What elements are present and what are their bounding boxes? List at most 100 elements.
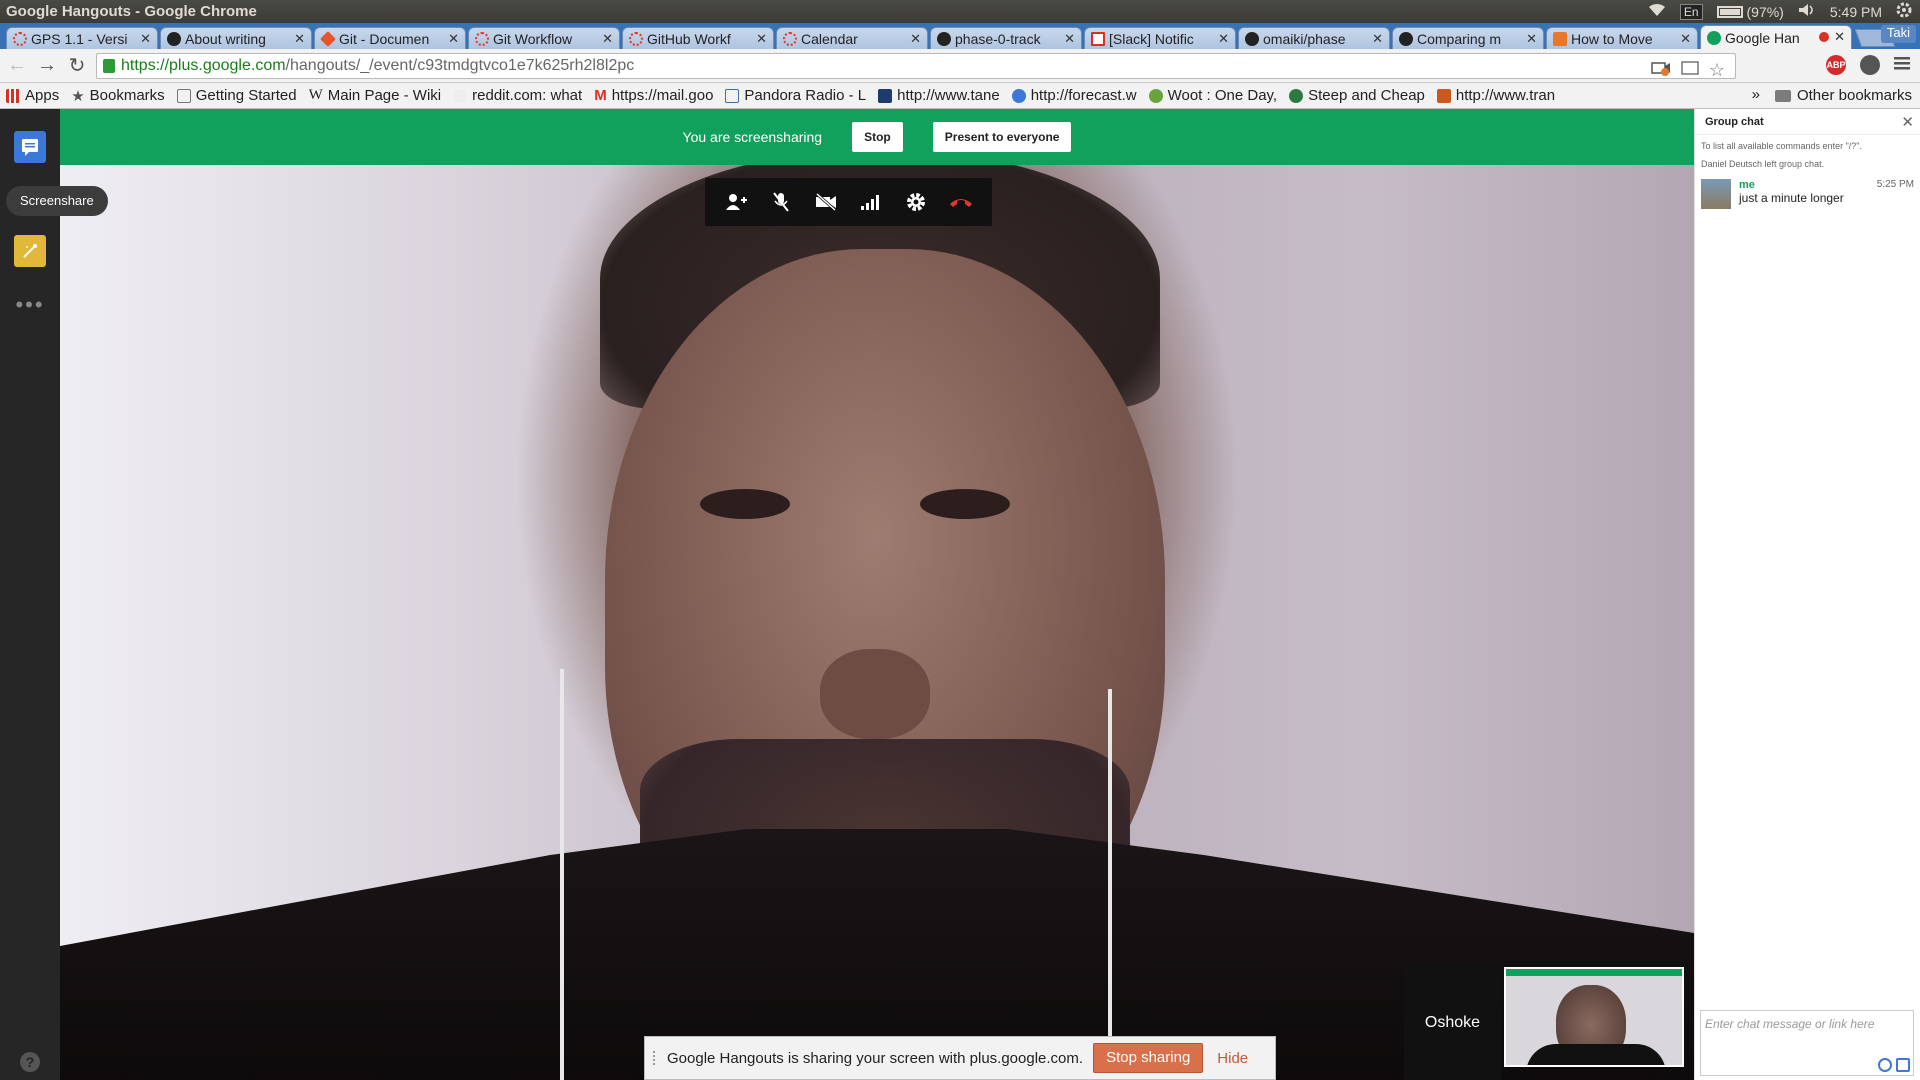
close-icon[interactable]: ✕	[1372, 31, 1383, 47]
bookmark-tran[interactable]: http://www.tran	[1436, 87, 1555, 104]
bookmarks-overflow-chevron-icon[interactable]: »	[1752, 86, 1760, 103]
apps-grid-icon	[6, 88, 20, 103]
folder-icon	[1774, 89, 1791, 102]
menu-icon[interactable]	[1894, 56, 1910, 75]
cast-icon[interactable]	[1681, 61, 1699, 80]
bookmark-woot[interactable]: Woot : One Day,	[1148, 87, 1277, 104]
bookmark-getting-started[interactable]: Getting Started	[176, 87, 297, 104]
lock-icon[interactable]	[103, 59, 115, 73]
more-apps-icon[interactable]: •••	[14, 289, 46, 321]
bookmark-pandora[interactable]: Pandora Radio - L	[725, 87, 866, 104]
close-icon[interactable]: ✕	[448, 31, 459, 47]
clock[interactable]: 5:49 PM	[1830, 4, 1882, 20]
self-view-thumbnail[interactable]	[1504, 967, 1684, 1067]
keyboard-language-indicator[interactable]: En	[1679, 3, 1703, 20]
bookmark-steep[interactable]: Steep and Cheap	[1289, 87, 1425, 104]
close-icon[interactable]: ✕	[140, 31, 151, 47]
gmail-icon	[1091, 31, 1105, 46]
mute-microphone-icon[interactable]	[767, 188, 795, 216]
bookmark-bookmarks[interactable]: ★ Bookmarks	[71, 87, 164, 105]
chat-toggle-button[interactable]	[14, 131, 46, 163]
bookmark-reddit[interactable]: reddit.com: what	[453, 87, 582, 104]
wifi-icon[interactable]	[1648, 3, 1666, 20]
volume-icon[interactable]	[1798, 3, 1816, 20]
close-icon[interactable]: ✕	[756, 31, 767, 47]
stop-sharing-button[interactable]: Stop sharing	[1093, 1043, 1204, 1073]
bookmark-tane[interactable]: http://www.tane	[878, 87, 1000, 104]
stop-screenshare-button[interactable]: Stop	[852, 122, 903, 152]
tab-favicon-icon	[13, 31, 27, 46]
effects-button[interactable]	[14, 235, 46, 267]
battery-percent: (97%)	[1746, 3, 1784, 20]
close-icon[interactable]: ✕	[294, 31, 305, 47]
browser-tab[interactable]: GitHub Workf ✕	[622, 27, 774, 49]
close-icon[interactable]: ✕	[1526, 31, 1537, 47]
attach-icon[interactable]	[1896, 1058, 1910, 1072]
close-icon[interactable]: ✕	[1680, 31, 1691, 47]
hangouts-icon	[1707, 30, 1721, 45]
close-icon[interactable]: ✕	[1901, 113, 1914, 131]
browser-tab[interactable]: How to Move ✕	[1546, 27, 1698, 49]
sharing-notice-text: Google Hangouts is sharing your screen w…	[667, 1049, 1084, 1067]
close-icon[interactable]: ✕	[1834, 29, 1845, 45]
settings-gear-icon[interactable]	[902, 188, 930, 216]
address-bar[interactable]: https://plus.google.com /hangouts/_/even…	[96, 53, 1736, 81]
battery-indicator[interactable]: (97%)	[1716, 3, 1784, 20]
browser-tab-active[interactable]: Google Han ✕	[1700, 25, 1852, 49]
video-off-icon[interactable]	[812, 188, 840, 216]
n-icon	[878, 88, 893, 103]
help-icon[interactable]: ?	[20, 1052, 40, 1072]
browser-tab[interactable]: Calendar ✕	[776, 27, 928, 49]
star-icon[interactable]: ☆	[1709, 60, 1725, 81]
browser-tab[interactable]: Git Workflow ✕	[468, 27, 620, 49]
bookmark-forecast[interactable]: http://forecast.w	[1011, 87, 1137, 104]
profile-button[interactable]: Taki	[1880, 25, 1916, 43]
chat-timestamp: 5:25 PM	[1876, 179, 1914, 190]
drag-handle-icon[interactable]	[653, 1051, 659, 1065]
woot-icon	[1148, 88, 1163, 103]
page-icon	[176, 88, 191, 103]
close-icon[interactable]: ✕	[602, 31, 613, 47]
star-icon: ★	[71, 87, 85, 105]
bandwidth-signal-icon[interactable]	[857, 188, 885, 216]
browser-tab[interactable]: phase-0-track ✕	[930, 27, 1082, 49]
github-icon	[1399, 31, 1413, 46]
loading-icon	[629, 31, 643, 46]
extension-chat-icon[interactable]	[1860, 55, 1880, 75]
recording-indicator-icon	[1819, 32, 1829, 42]
gear-icon[interactable]	[1896, 2, 1912, 21]
battery-icon	[1716, 5, 1743, 18]
screenshare-bar: You are screensharing Stop Present to ev…	[60, 109, 1694, 165]
forecast-icon	[1011, 88, 1026, 103]
close-icon[interactable]: ✕	[1218, 31, 1229, 47]
present-to-everyone-button[interactable]: Present to everyone	[932, 122, 1072, 152]
chat-system-message: Daniel Deutsch left group chat.	[1701, 159, 1825, 169]
back-arrow-icon[interactable]: ←	[4, 54, 30, 77]
bookmark-wikipedia[interactable]: W Main Page - Wiki	[309, 87, 442, 104]
close-icon[interactable]: ✕	[1064, 31, 1075, 47]
adblock-icon[interactable]: ABP	[1826, 55, 1846, 75]
bookmark-gmail[interactable]: Mhttps://mail.goo	[594, 87, 713, 104]
add-person-icon[interactable]	[722, 188, 750, 216]
close-icon[interactable]: ✕	[910, 31, 921, 47]
camera-blocked-icon[interactable]	[1651, 60, 1671, 81]
left-rail: ••• ?	[0, 109, 60, 1080]
emoji-icon[interactable]	[1878, 1058, 1892, 1072]
forward-arrow-icon[interactable]: →	[34, 54, 60, 77]
hide-notification-link[interactable]: Hide	[1217, 1050, 1248, 1067]
system-tray: En (97%) 5:49 PM	[1648, 0, 1912, 23]
chat-title: Group chat	[1705, 115, 1764, 128]
chat-sender: me	[1739, 179, 1755, 191]
bookmark-apps[interactable]: Apps	[6, 87, 59, 104]
browser-tab[interactable]: Comparing m ✕	[1392, 27, 1544, 49]
other-bookmarks[interactable]: Other bookmarks	[1774, 87, 1912, 104]
browser-tab[interactable]: Git - Documen ✕	[314, 27, 466, 49]
reload-icon[interactable]: ↻	[64, 53, 90, 78]
browser-tab[interactable]: [Slack] Notific ✕	[1084, 27, 1236, 49]
translink-icon	[1436, 88, 1451, 103]
browser-tab[interactable]: GPS 1.1 - Versi ✕	[6, 27, 158, 49]
browser-tab[interactable]: omaiki/phase ✕	[1238, 27, 1390, 49]
browser-tab[interactable]: About writing ✕	[160, 27, 312, 49]
participant-name[interactable]: Oshoke	[1404, 965, 1501, 1080]
hang-up-icon[interactable]	[947, 188, 975, 216]
